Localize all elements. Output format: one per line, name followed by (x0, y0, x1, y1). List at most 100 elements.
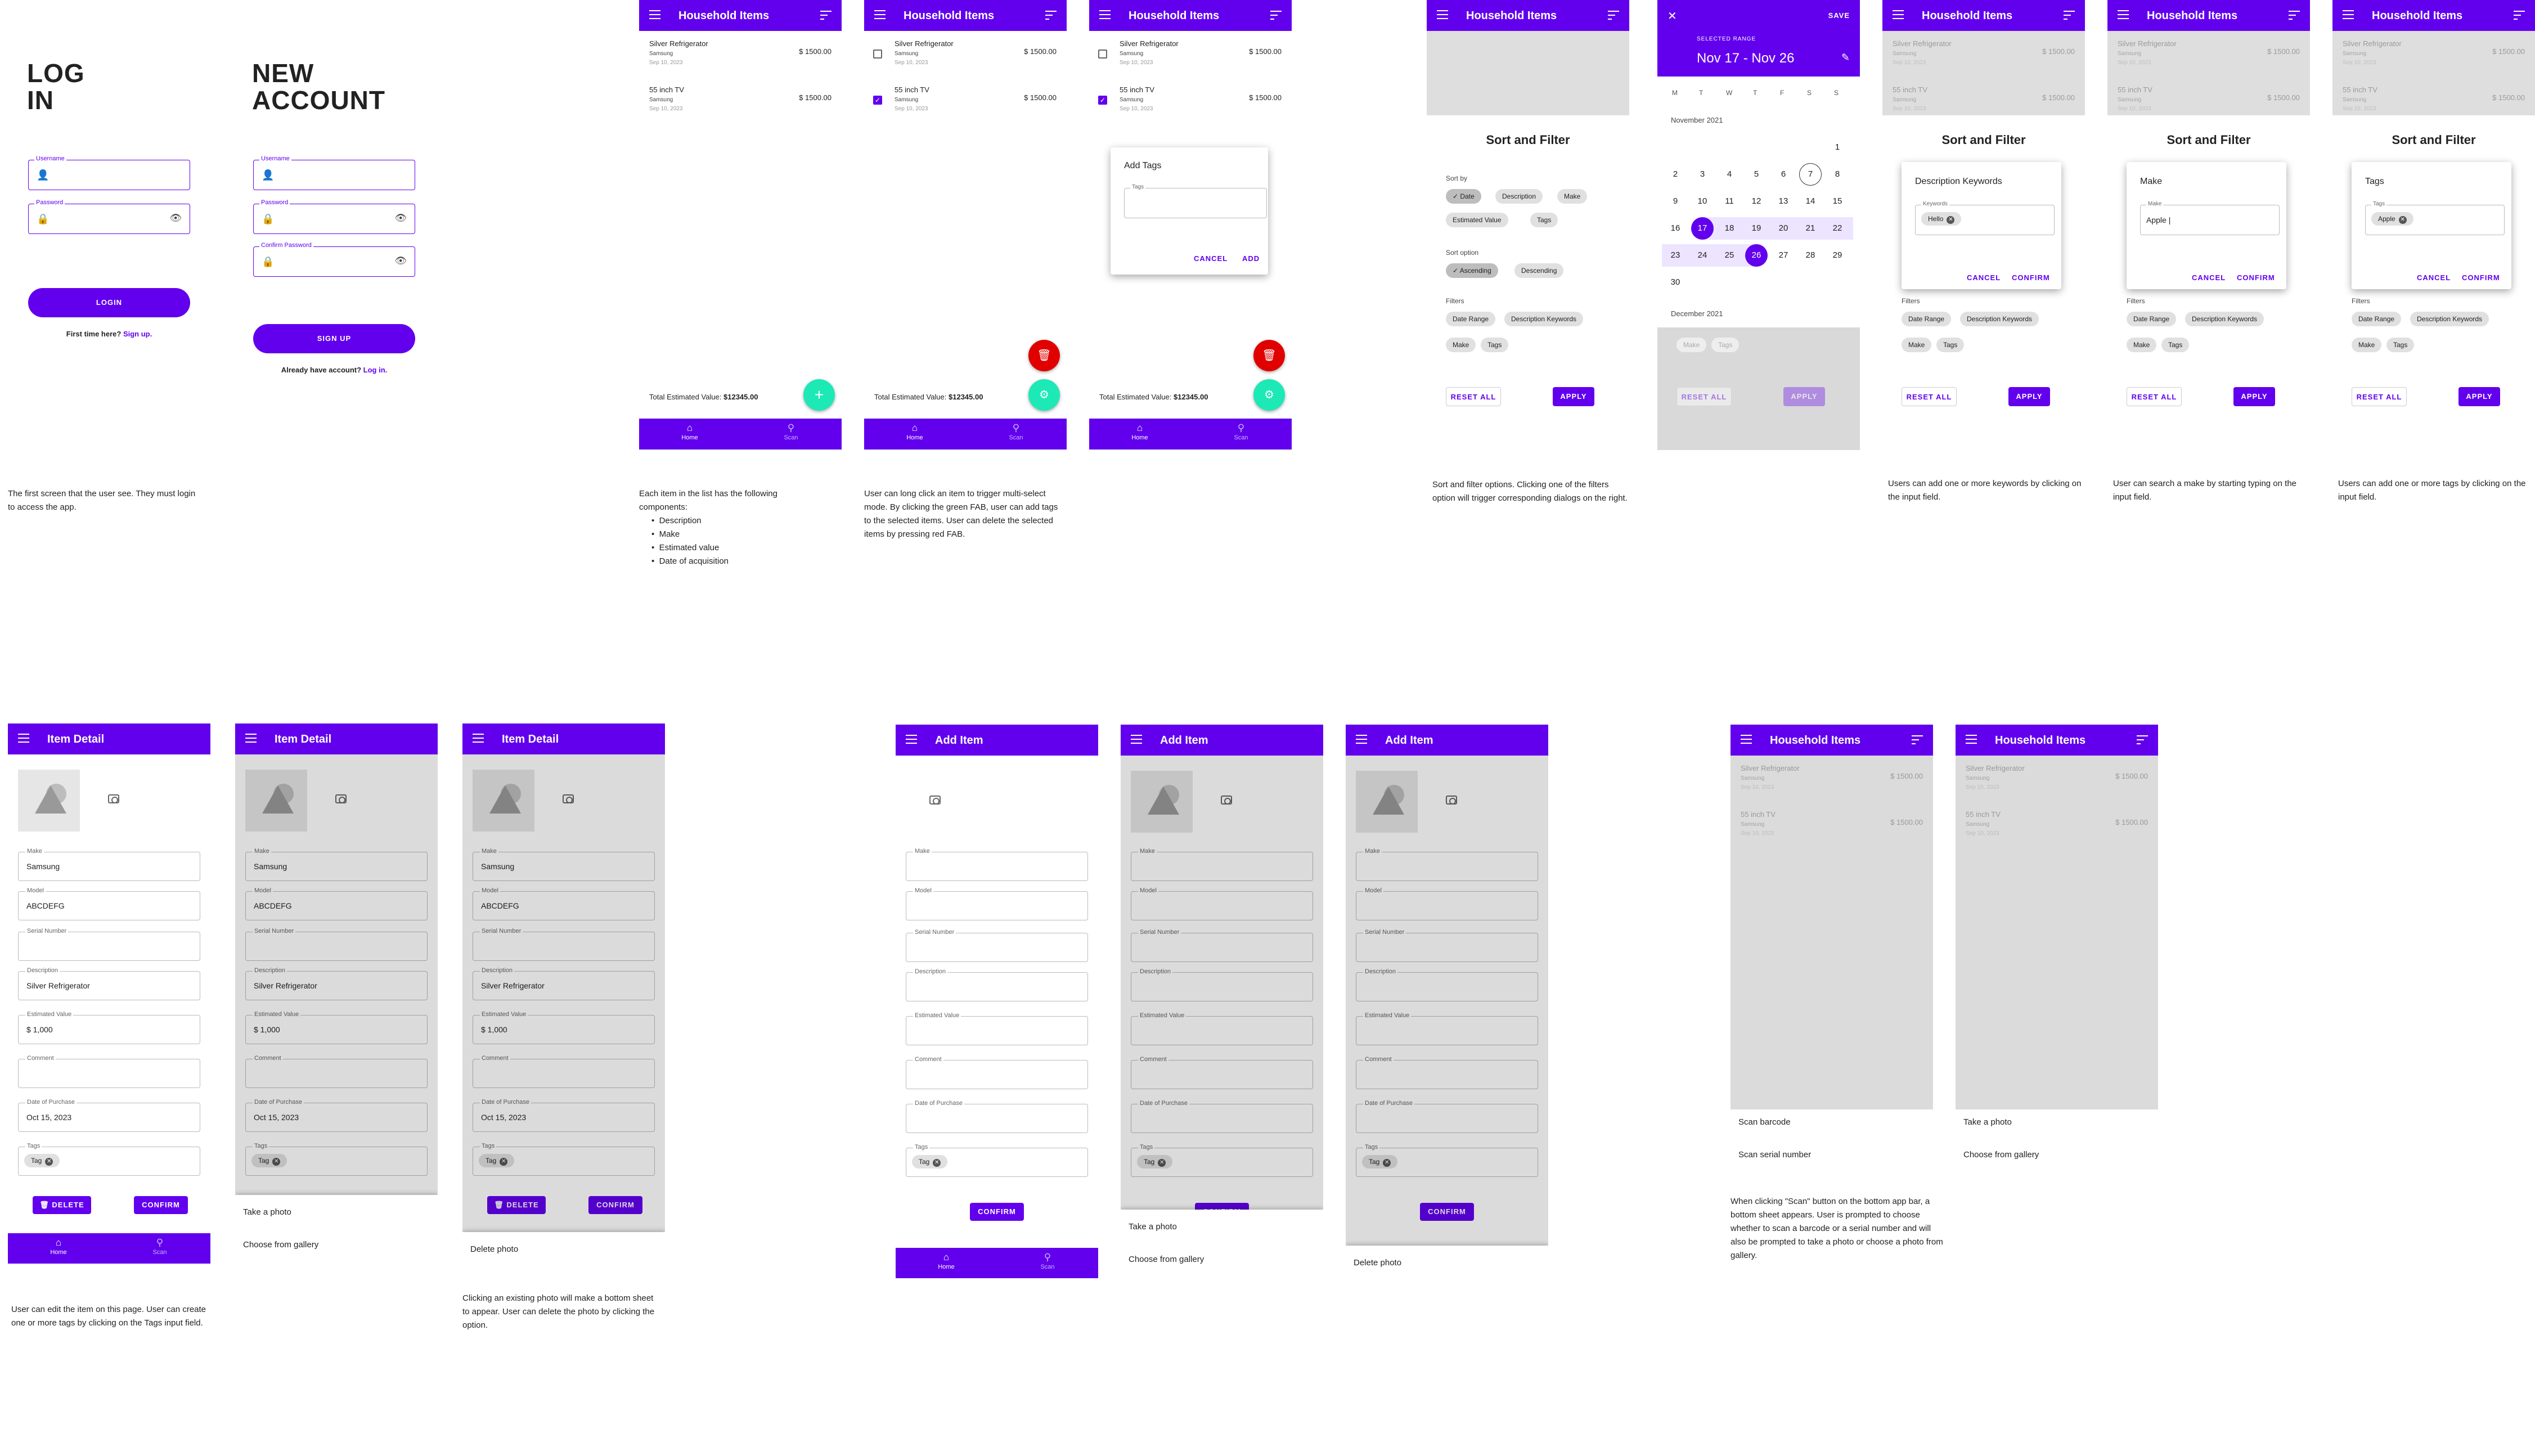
calendar-day[interactable]: 11 (1718, 190, 1741, 213)
confirm-button[interactable]: CONFIRM (970, 1203, 1024, 1221)
menu-icon[interactable] (18, 734, 29, 743)
chip-filter-keywords[interactable]: Description Keywords (2185, 312, 2264, 326)
chip-filter-keywords[interactable]: Description Keywords (1504, 312, 1584, 326)
calendar-day[interactable]: 25 (1718, 244, 1741, 267)
apply-button[interactable]: APPLY (2458, 387, 2500, 406)
list-item[interactable]: Silver Refrigerator Samsung Sep 10, 2023… (1120, 39, 1282, 79)
nav-scan[interactable]: ⚲ Scan (965, 422, 1067, 441)
chip-filter-date-range[interactable]: Date Range (2352, 312, 2402, 326)
confirm-button[interactable]: CONFIRM (2237, 273, 2275, 282)
nav-scan[interactable]: ⚲ Scan (740, 422, 842, 441)
menu-icon[interactable] (874, 10, 886, 19)
chip-filter-keywords[interactable]: Description Keywords (1960, 312, 2039, 326)
nav-home[interactable]: ⌂ Home (864, 422, 965, 441)
chip-sort-make[interactable]: Make (1557, 189, 1588, 204)
menu-icon[interactable] (245, 734, 257, 743)
menu-icon[interactable] (2343, 10, 2354, 19)
save-button[interactable]: SAVE (1828, 11, 1850, 20)
close-icon[interactable]: ✕ (933, 1159, 941, 1167)
dialog-input[interactable]: Make Apple | (2140, 201, 2280, 235)
apply-button[interactable]: APPLY (1553, 387, 1594, 406)
detail-field[interactable]: Model ABCDEFG (18, 887, 200, 920)
calendar-day[interactable]: 13 (1772, 190, 1795, 213)
confirm-button[interactable]: CONFIRM (2012, 273, 2050, 282)
calendar-day[interactable]: 28 (1799, 244, 1822, 267)
detail-field[interactable]: Date of Purchase Oct 15, 2023 (18, 1099, 200, 1132)
nav-scan[interactable]: ⚲ Scan (1190, 422, 1292, 441)
calendar-day[interactable]: 19 (1745, 217, 1768, 240)
calendar-day[interactable]: 2 (1664, 163, 1687, 186)
menu-icon[interactable] (1099, 10, 1111, 19)
sort-icon[interactable] (1608, 11, 1619, 20)
chip-ascending[interactable]: ✓ Ascending (1446, 263, 1498, 278)
add-tag-fab[interactable]: ⚙ (1253, 379, 1285, 411)
add-field[interactable]: Description (906, 968, 1088, 1001)
delete-fab[interactable]: 🗑 (1253, 340, 1285, 371)
detail-field[interactable]: Serial Number (18, 928, 200, 961)
menu-icon[interactable] (1741, 735, 1752, 744)
close-icon[interactable]: ✕ (1947, 216, 1955, 224)
calendar-day[interactable]: 15 (1826, 190, 1849, 213)
calendar-day[interactable]: 6 (1772, 163, 1795, 186)
detail-field[interactable]: Comment (18, 1055, 200, 1088)
calendar-day[interactable]: 26 (1745, 244, 1768, 267)
calendar-day[interactable]: 21 (1799, 217, 1822, 240)
cancel-button[interactable]: CANCEL (2192, 273, 2226, 282)
add-field[interactable]: Make (906, 848, 1088, 881)
item-photo[interactable] (18, 770, 80, 832)
tag-chip[interactable]: Tag ✕ (912, 1155, 948, 1169)
calendar-day[interactable]: 29 (1826, 244, 1849, 267)
edit-icon[interactable]: ✎ (1841, 52, 1850, 64)
sort-icon[interactable] (1912, 735, 1923, 744)
list-item[interactable]: 55 inch TV Samsung Sep 10, 2023 $ 1500.0… (649, 86, 831, 125)
login-link[interactable]: Log in. (363, 366, 388, 374)
calendar-day[interactable]: 24 (1691, 244, 1714, 267)
sort-icon[interactable] (2289, 11, 2300, 20)
calendar-day[interactable]: 30 (1664, 271, 1687, 294)
sheet-option[interactable]: Choose from gallery (1963, 1150, 2039, 1160)
add-field[interactable]: Date of Purchase (906, 1100, 1088, 1133)
eye-icon[interactable]: 👁 (394, 213, 407, 224)
chip-filter-tags[interactable]: Tags (2161, 338, 2190, 352)
chip-sort-description[interactable]: Description (1495, 189, 1543, 204)
close-icon[interactable]: ✕ (1667, 9, 1677, 23)
nav-home[interactable]: ⌂ Home (1089, 422, 1190, 441)
confirm-button[interactable]: CONFIRM (2462, 273, 2500, 282)
add-field[interactable]: Serial Number (906, 929, 1088, 962)
confirm-button[interactable]: CONFIRM (134, 1196, 188, 1214)
menu-icon[interactable] (906, 735, 917, 744)
nav-scan[interactable]: ⚲ Scan (997, 1251, 1098, 1270)
list-item[interactable]: Silver Refrigerator Samsung Sep 10, 2023… (649, 39, 831, 79)
signup-username-field[interactable]: Username 👤 (253, 155, 415, 190)
signup-password-field[interactable]: Password 🔒 👁 (253, 199, 415, 234)
sheet-option[interactable]: Delete photo (1354, 1258, 1401, 1268)
list-item[interactable]: 55 inch TV Samsung Sep 10, 2023 $ 1500.0… (1120, 86, 1282, 125)
add-field[interactable]: Comment (906, 1056, 1088, 1089)
item-checkbox[interactable] (873, 50, 882, 59)
eye-icon[interactable]: 👁 (169, 213, 182, 224)
calendar-day[interactable]: 27 (1772, 244, 1795, 267)
sheet-option[interactable]: Delete photo (470, 1244, 518, 1254)
calendar-day[interactable]: 18 (1718, 217, 1741, 240)
nav-home[interactable]: ⌂ Home (896, 1251, 997, 1270)
chip-filter-tags[interactable]: Tags (1936, 338, 1965, 352)
signup-link[interactable]: Sign up. (123, 330, 152, 338)
add-fab[interactable]: + (803, 379, 835, 411)
calendar-day[interactable]: 9 (1664, 190, 1687, 213)
add-field[interactable]: Estimated Value (906, 1012, 1088, 1045)
item-checkbox-checked[interactable]: ✓ (873, 96, 882, 105)
apply-button[interactable]: APPLY (2008, 387, 2050, 406)
chip-sort-estimated-value[interactable]: Estimated Value (1446, 213, 1508, 227)
calendar-day[interactable]: 5 (1745, 163, 1768, 186)
menu-icon[interactable] (2118, 10, 2129, 19)
chip-filter-make[interactable]: Make (1446, 338, 1476, 352)
sheet-option[interactable]: Take a photo (243, 1207, 291, 1217)
item-checkbox[interactable] (1098, 50, 1107, 59)
tag-chip[interactable]: Tag ✕ (24, 1154, 60, 1167)
nav-home[interactable]: ⌂ Home (639, 422, 740, 441)
sort-icon[interactable] (2137, 735, 2148, 744)
dialog-input[interactable]: Keywords Hello ✕ (1915, 201, 2055, 235)
add-field[interactable]: Model (906, 887, 1088, 920)
list-item[interactable]: Silver Refrigerator Samsung Sep 10, 2023… (895, 39, 1057, 79)
calendar-day[interactable]: 20 (1772, 217, 1795, 240)
